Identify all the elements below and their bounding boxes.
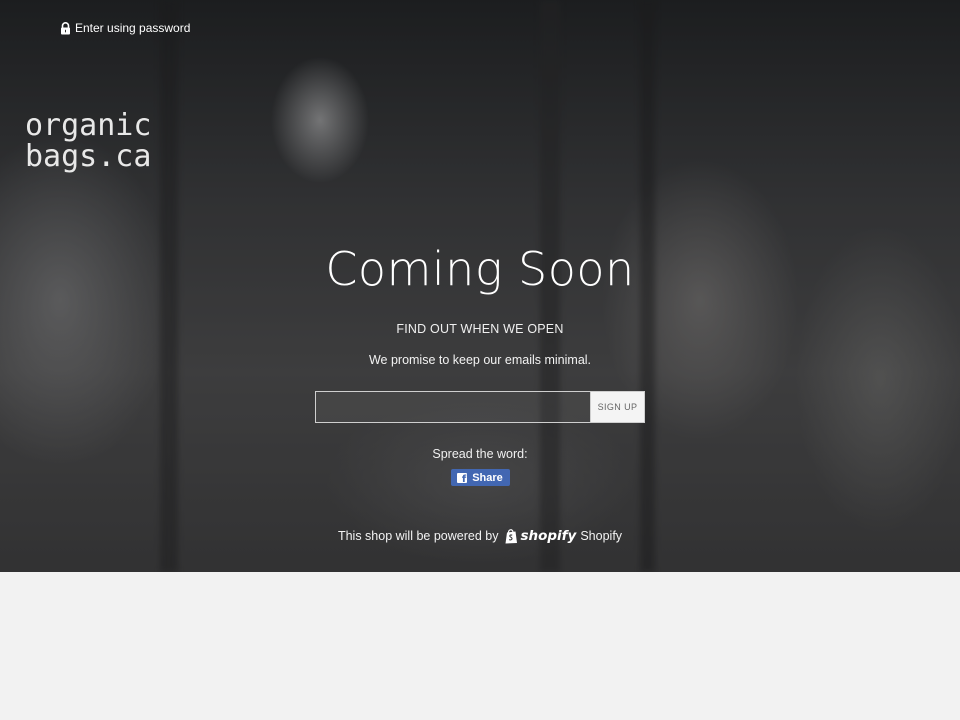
- subtitle: FIND OUT WHEN WE OPEN: [396, 322, 564, 336]
- logo-line-1: organic: [25, 108, 152, 143]
- coming-soon-content: Coming Soon FIND OUT WHEN WE OPEN We pro…: [0, 240, 960, 544]
- signup-form: SIGN UP: [315, 391, 645, 423]
- store-logo[interactable]: organic bags.ca: [25, 110, 151, 172]
- signup-button[interactable]: SIGN UP: [590, 391, 645, 423]
- enter-password-link[interactable]: Enter using password: [60, 21, 190, 35]
- powered-by: This shop will be powered by shopify Sho…: [0, 528, 960, 544]
- facebook-icon: [457, 472, 468, 485]
- email-input[interactable]: [315, 391, 590, 423]
- lock-icon: [61, 21, 70, 34]
- shopify-logo-text: shopify: [520, 528, 577, 544]
- shopify-bag-icon: [505, 529, 518, 544]
- spread-the-word-label: Spread the word:: [432, 447, 528, 461]
- shopify-logo[interactable]: shopify: [504, 528, 576, 544]
- page-title: Coming Soon: [325, 242, 635, 296]
- powered-by-text: This shop will be powered by: [337, 529, 499, 543]
- shopify-link[interactable]: Shopify: [580, 529, 622, 543]
- password-link-label: Enter using password: [75, 21, 191, 35]
- description: We promise to keep our emails minimal.: [368, 353, 592, 367]
- facebook-share-button[interactable]: Share: [450, 469, 510, 486]
- logo-line-2: bags.ca: [25, 139, 152, 174]
- share-label: Share: [472, 471, 503, 484]
